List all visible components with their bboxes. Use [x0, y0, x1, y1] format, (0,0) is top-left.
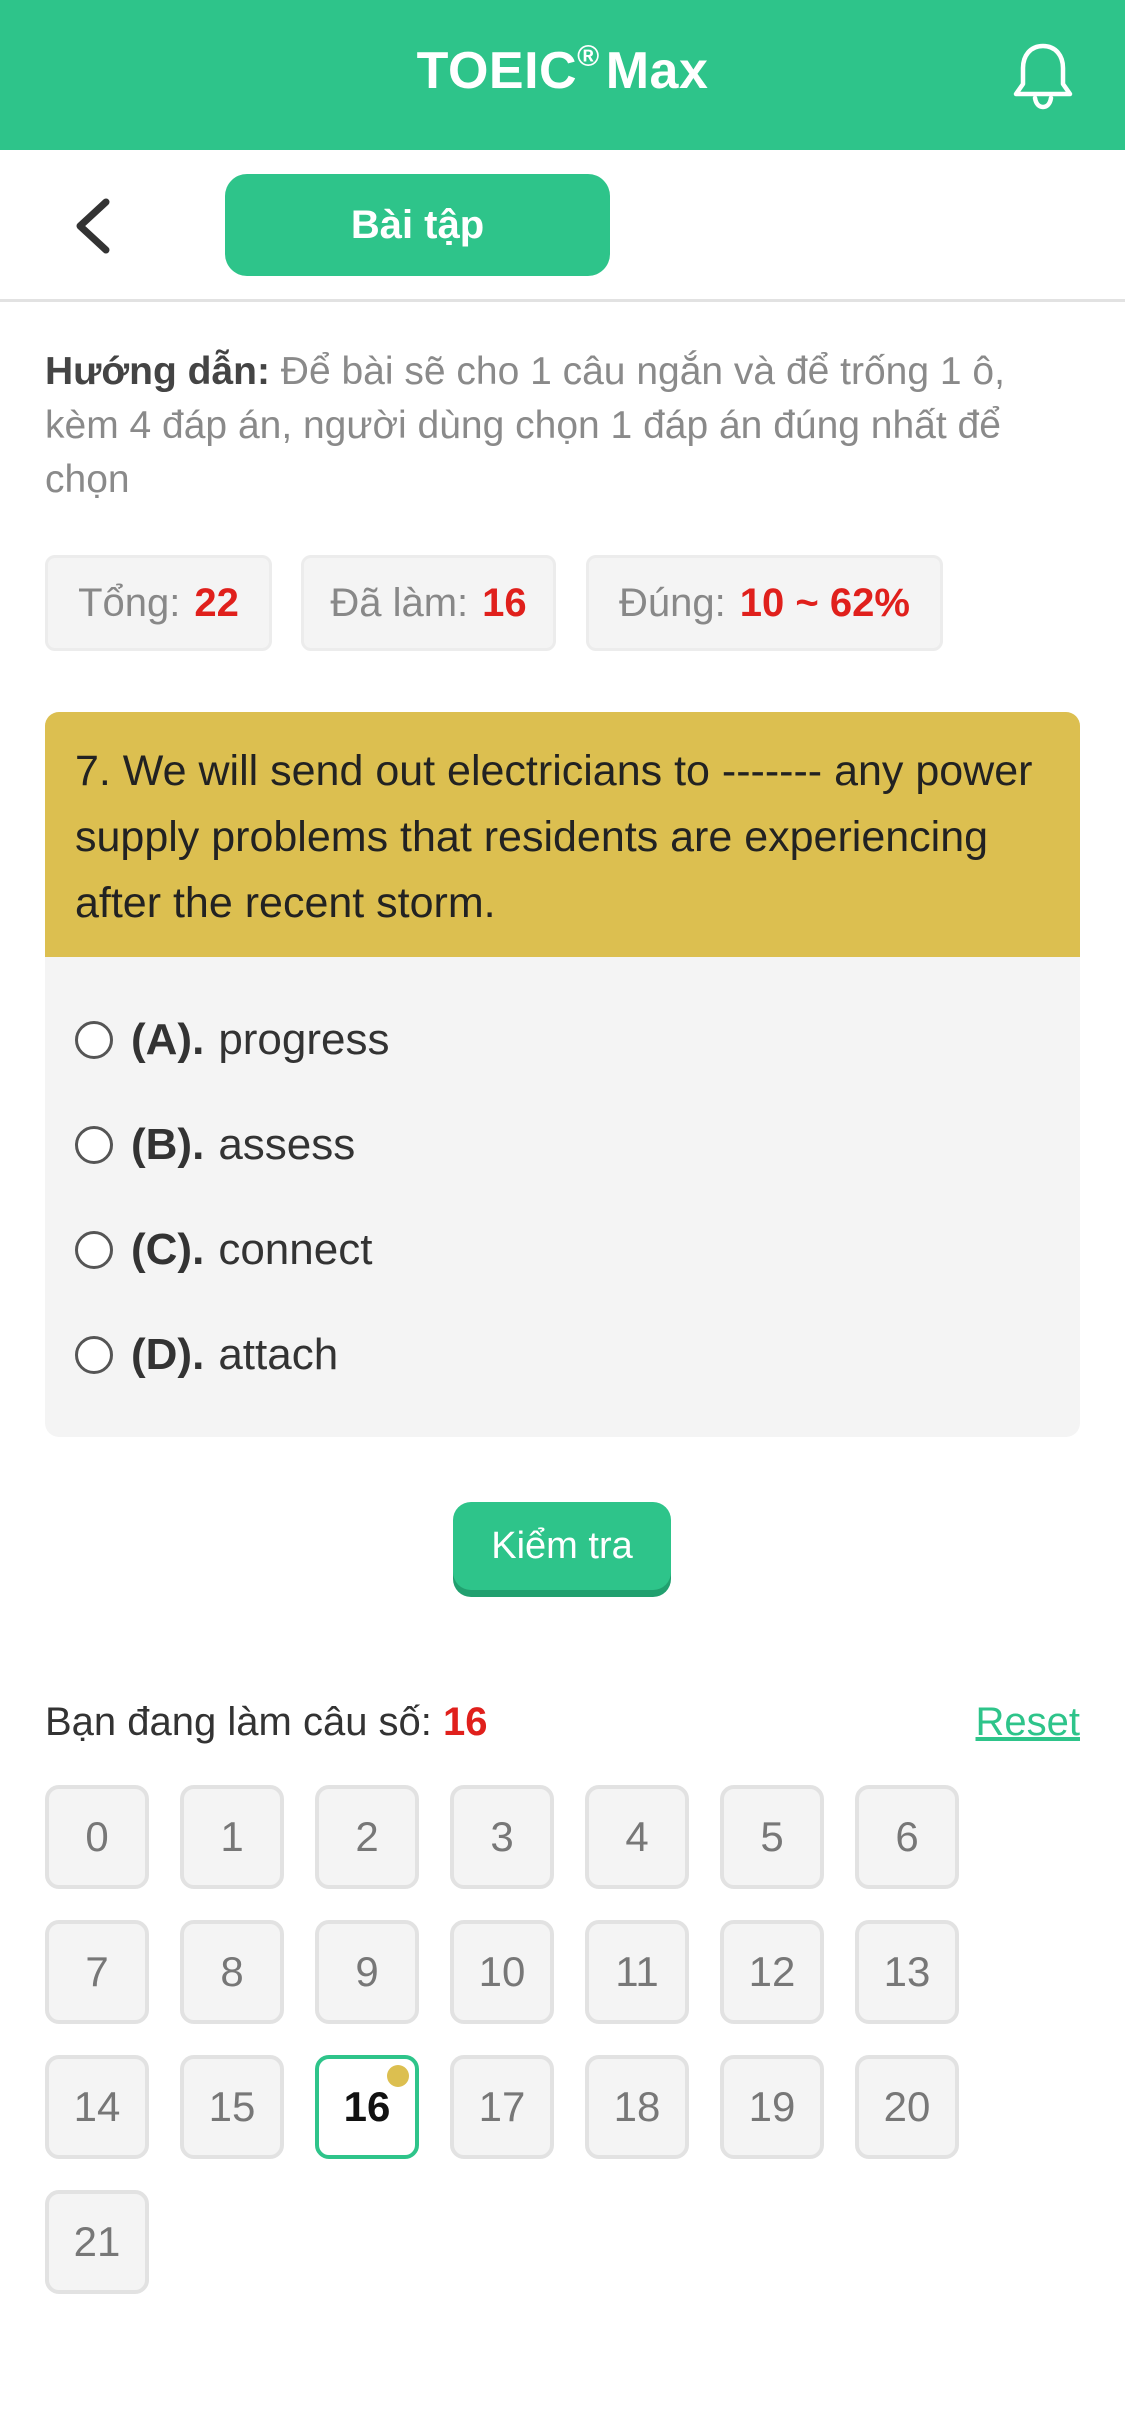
question-number-label: 9: [355, 1948, 379, 1995]
check-button[interactable]: Kiểm tra: [453, 1502, 671, 1590]
stat-total: Tổng: 22: [45, 555, 272, 651]
question-number-button[interactable]: 12: [720, 1920, 824, 2024]
question-number-label: 0: [85, 1813, 109, 1860]
bell-icon[interactable]: [1010, 40, 1076, 110]
app-title-main: TOEIC: [416, 42, 578, 100]
question-number-label: 5: [760, 1813, 784, 1860]
option-text: connect: [218, 1225, 373, 1274]
question-number-label: 20: [883, 2083, 931, 2130]
current-question-label: Bạn đang làm câu số:: [45, 1700, 432, 1744]
stat-correct: Đúng: 10 ~ 62%: [586, 555, 943, 651]
instructions: Hướng dẫn: Để bài sẽ cho 1 câu ngắn và đ…: [45, 345, 1085, 507]
question-number-label: 21: [73, 2218, 121, 2265]
status-dot: [387, 2065, 409, 2087]
radio-button[interactable]: [75, 1126, 113, 1164]
question-number-label: 7: [85, 1948, 109, 1995]
option-letter: (C).: [131, 1225, 205, 1274]
option-c[interactable]: (C). connect: [75, 1210, 372, 1290]
chevron-left-icon[interactable]: [70, 196, 114, 256]
question-number-button[interactable]: 3: [450, 1785, 554, 1889]
option-letter: (B).: [131, 1120, 205, 1169]
question-number-button[interactable]: 2: [315, 1785, 419, 1889]
question-number-label: 14: [73, 2083, 121, 2130]
reset-link[interactable]: Reset: [976, 1700, 1081, 1745]
question-number-label: 19: [748, 2083, 796, 2130]
app-screen: TOEIC® Max Bài tập Hướng dẫn: Để bài sẽ c…: [0, 0, 1125, 2436]
question-number-grid: 0 1 2 3 4 5 6 7 8 9 10 11 12 13 14 15 16 17 18 19 20 21: [45, 1785, 1085, 2305]
stat-done-value: 16: [482, 580, 527, 625]
question-number-button[interactable]: 15: [180, 2055, 284, 2159]
option-a[interactable]: (A). progress: [75, 1000, 390, 1080]
current-question-indicator: Bạn đang làm câu số: 16: [45, 1700, 488, 1745]
option-b[interactable]: (B). assess: [75, 1105, 355, 1185]
question-number-label: 10: [478, 1948, 526, 1995]
stat-total-value: 22: [194, 580, 239, 625]
question-number-button[interactable]: 10: [450, 1920, 554, 2024]
question-number-button[interactable]: 11: [585, 1920, 689, 2024]
question-number-label: 8: [220, 1948, 244, 1995]
stat-correct-label: Đúng:: [619, 580, 726, 625]
question-number-button[interactable]: 8: [180, 1920, 284, 2024]
stat-total-label: Tổng:: [78, 580, 181, 625]
question-number-label: 15: [208, 2083, 256, 2130]
question-number-button[interactable]: 20: [855, 2055, 959, 2159]
question-number-button[interactable]: 1: [180, 1785, 284, 1889]
question-number-label: 6: [895, 1813, 919, 1860]
stat-correct-value: 10 ~ 62%: [739, 580, 910, 625]
radio-button[interactable]: [75, 1336, 113, 1374]
question-number-label: 11: [615, 1948, 659, 1995]
app-title-registered-mark: ®: [577, 40, 600, 73]
question-number-label: 17: [478, 2083, 526, 2130]
question-number-button[interactable]: 6: [855, 1785, 959, 1889]
question-text: 7. We will send out electricians to ----…: [45, 712, 1080, 957]
option-letter: (D).: [131, 1330, 205, 1379]
question-number-label: 1: [220, 1813, 244, 1860]
question-number-label: 12: [748, 1948, 796, 1995]
option-text: assess: [218, 1120, 356, 1169]
current-question-number: 16: [443, 1700, 488, 1744]
question-number-label: 13: [883, 1948, 931, 1995]
app-header: TOEIC® Max: [0, 0, 1125, 150]
question-number-button[interactable]: 5: [720, 1785, 824, 1889]
instructions-label: Hướng dẫn:: [45, 350, 270, 393]
question-number-button[interactable]: 7: [45, 1920, 149, 2024]
question-number-button[interactable]: 0: [45, 1785, 149, 1889]
question-number-button[interactable]: 4: [585, 1785, 689, 1889]
question-card: 7. We will send out electricians to ----…: [45, 712, 1080, 1437]
stat-done-label: Đã làm:: [330, 580, 469, 625]
tab-bai-tap[interactable]: Bài tập: [225, 174, 610, 276]
question-number-label: 18: [613, 2083, 661, 2130]
question-number-button[interactable]: 13: [855, 1920, 959, 2024]
question-number-button[interactable]: 14: [45, 2055, 149, 2159]
radio-button[interactable]: [75, 1021, 113, 1059]
option-d[interactable]: (D). attach: [75, 1315, 338, 1395]
option-text: attach: [218, 1330, 339, 1379]
question-number-label: 3: [490, 1813, 514, 1860]
question-number-button[interactable]: 9: [315, 1920, 419, 2024]
question-number-label: 4: [625, 1813, 649, 1860]
app-title: TOEIC® Max: [0, 40, 1125, 101]
question-number-button[interactable]: 16: [315, 2055, 419, 2159]
question-number-label: 2: [355, 1813, 379, 1860]
option-letter: (A).: [131, 1015, 205, 1064]
stat-done: Đã làm: 16: [301, 555, 556, 651]
question-number-button[interactable]: 21: [45, 2190, 149, 2294]
question-number-label: 16: [343, 2083, 391, 2130]
toolbar: Bài tập: [0, 150, 1125, 302]
radio-button[interactable]: [75, 1231, 113, 1269]
question-number-button[interactable]: 17: [450, 2055, 554, 2159]
app-title-suffix: Max: [605, 42, 709, 100]
option-text: progress: [218, 1015, 390, 1064]
question-number-button[interactable]: 19: [720, 2055, 824, 2159]
question-number-button[interactable]: 18: [585, 2055, 689, 2159]
